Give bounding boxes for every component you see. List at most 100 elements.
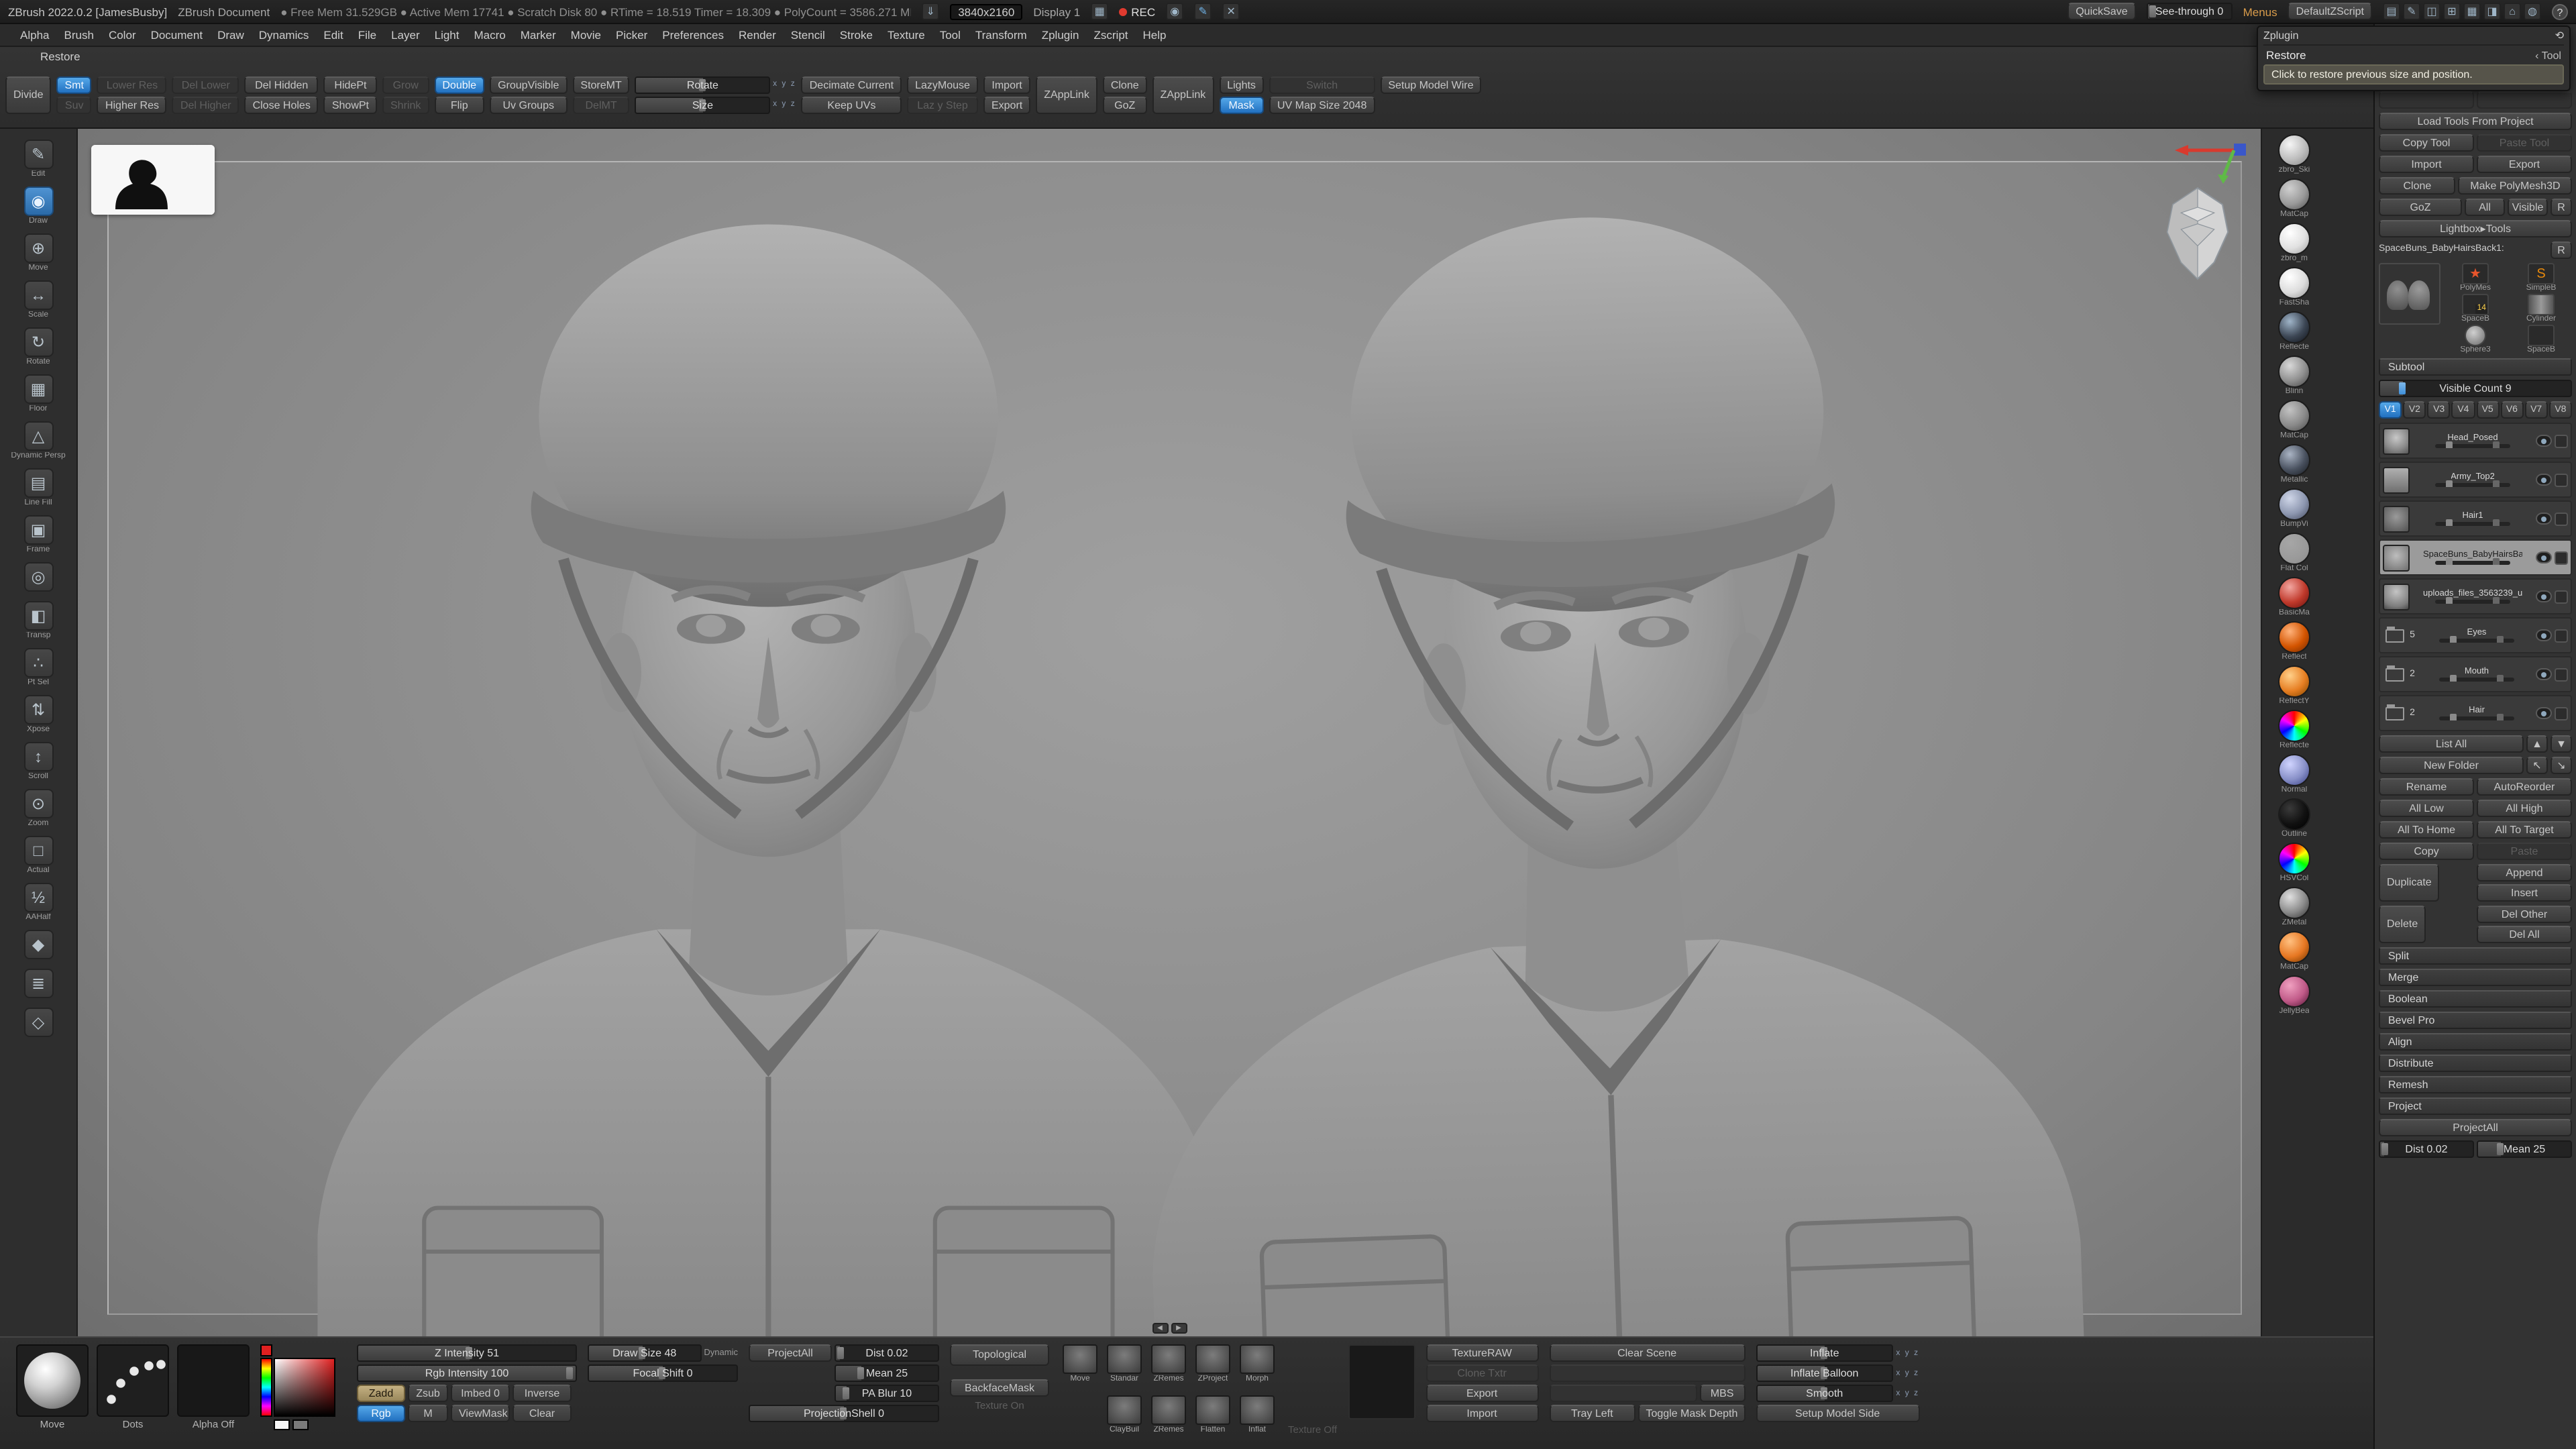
material-item[interactable]: Flat Col xyxy=(2267,533,2321,573)
clone-tool-button[interactable]: Clone xyxy=(2379,177,2456,195)
focal-shift-slider[interactable]: Focal Shift 0 xyxy=(588,1364,738,1382)
brush-slot[interactable]: Inflat xyxy=(1237,1395,1277,1444)
toolbar-button[interactable]: LazyMouse xyxy=(907,76,978,93)
material-item[interactable]: BumpVi xyxy=(2267,488,2321,529)
mode-button[interactable]: Zadd xyxy=(357,1385,405,1402)
brush-slot[interactable]: Flatten xyxy=(1193,1395,1233,1444)
new-folder-button[interactable]: New Folder xyxy=(2379,757,2524,774)
dim-button[interactable] xyxy=(2477,91,2572,109)
material-item[interactable]: MatCap xyxy=(2267,400,2321,440)
subtool-item[interactable]: Army_Top2 xyxy=(2379,462,2572,498)
section-header[interactable]: Boolean xyxy=(2379,990,2572,1008)
del-all-button[interactable]: Del All xyxy=(2477,926,2572,943)
tool-r-button[interactable]: R xyxy=(2551,241,2572,259)
tool-slot[interactable]: S SimpleB xyxy=(2510,263,2572,292)
menu-item[interactable]: Macro xyxy=(468,25,513,44)
copy-subtool-button[interactable]: Copy xyxy=(2379,843,2474,860)
brush-preview[interactable] xyxy=(16,1344,89,1417)
dock-transp-button[interactable]: ◧ Transp xyxy=(23,601,53,640)
subtool-item[interactable]: 5 Eyes xyxy=(2379,617,2572,653)
quicksave-button[interactable]: QuickSave xyxy=(2068,3,2135,20)
material-item[interactable]: JellyBea xyxy=(2267,975,2321,1016)
menu-item[interactable]: File xyxy=(352,25,383,44)
goz-all-button[interactable]: All xyxy=(2465,199,2505,216)
help-icon[interactable]: ? xyxy=(2552,3,2568,19)
visibility-eye-icon[interactable] xyxy=(2536,629,2552,641)
material-item[interactable]: MatCap xyxy=(2267,178,2321,219)
dock-scale-button[interactable]: ↔ Scale xyxy=(23,280,53,319)
brush-slot[interactable]: ClayBuil xyxy=(1104,1395,1144,1444)
record-button[interactable]: REC xyxy=(1119,5,1155,18)
section-header[interactable]: Merge xyxy=(2379,969,2572,986)
dock-xpose-button[interactable]: ⇅ Xpose xyxy=(23,695,53,734)
paste-subtool-button[interactable]: Paste xyxy=(2477,843,2572,860)
dock-draw-button[interactable]: ◉ Draw xyxy=(23,186,53,225)
export-tool-button[interactable]: Export xyxy=(2477,156,2572,173)
lightbox-tools-button[interactable]: Lightbox▸Tools xyxy=(2379,220,2572,237)
mode-button[interactable]: Inverse xyxy=(513,1385,572,1402)
all-low-button[interactable]: All Low xyxy=(2379,800,2474,817)
subtool-item[interactable]: Head_Posed xyxy=(2379,423,2572,459)
toolbar-button[interactable]: Setup Model Wire xyxy=(1380,76,1481,93)
subtool-item[interactable]: 2 Mouth xyxy=(2379,656,2572,692)
textureraw-button[interactable]: TextureRAW xyxy=(1426,1344,1538,1362)
camera-icon[interactable]: ◉ xyxy=(1166,3,1183,20)
titlebar-icon[interactable]: ⌂ xyxy=(2504,3,2521,20)
material-item[interactable]: Metallic xyxy=(2267,444,2321,484)
dock-aahalf-button[interactable]: ½ AAHalf xyxy=(23,883,53,922)
autoreorder-button[interactable]: AutoReorder xyxy=(2477,778,2572,796)
toolbar-button[interactable]: Mask xyxy=(1219,96,1264,113)
toolbar-button[interactable]: Decimate Current xyxy=(802,76,902,93)
axis-gizmo[interactable] xyxy=(2172,140,2247,185)
append-button[interactable]: Append xyxy=(2477,864,2572,881)
tray-left-button[interactable]: Tray Left xyxy=(1549,1405,1635,1422)
view-tab[interactable]: V4 xyxy=(2452,401,2475,419)
inflate-slider[interactable]: Inflate xyxy=(1756,1344,1893,1362)
copy-tool-button[interactable]: Copy Tool xyxy=(2379,134,2474,152)
tool-slot[interactable]: Sphere3 xyxy=(2445,325,2506,354)
subtool-item[interactable]: uploads_files_3563239_us_inf_ xyxy=(2379,578,2572,614)
axis-toggle-icons[interactable]: x y z xyxy=(770,80,796,89)
menu-item[interactable]: Zscript xyxy=(1087,25,1135,44)
toolbar-button[interactable]: Del Higher xyxy=(172,96,239,113)
toolbar-button[interactable]: ShowPt xyxy=(324,96,377,113)
brush-slot[interactable]: Morph xyxy=(1237,1344,1277,1393)
menu-item[interactable]: Dynamics xyxy=(252,25,316,44)
view-tab[interactable]: V8 xyxy=(2549,401,2572,419)
subtool-mini-slider[interactable] xyxy=(2435,444,2510,448)
refresh-icon[interactable]: ⟲ xyxy=(2555,30,2564,42)
dist-slider[interactable]: Dist 0.02 xyxy=(835,1344,939,1362)
clear-scene-button[interactable]: Clear Scene xyxy=(1549,1344,1745,1362)
mean-slider[interactable]: Mean 25 xyxy=(2477,1140,2572,1158)
z-intensity-slider[interactable]: Z Intensity 51 xyxy=(357,1344,577,1362)
subtool-mini-slider[interactable] xyxy=(2439,639,2514,643)
load-tools-from-project-button[interactable]: Load Tools From Project xyxy=(2379,113,2572,130)
pa-blur-slider[interactable]: PA Blur 10 xyxy=(835,1385,939,1402)
section-header[interactable]: Remesh xyxy=(2379,1076,2572,1093)
toolbar-button[interactable]: GoZ xyxy=(1103,96,1147,113)
menus-toggle[interactable]: Menus xyxy=(2243,5,2277,18)
dock-rotate-button[interactable]: ↻ Rotate xyxy=(23,327,53,366)
paste-tool-button[interactable]: Paste Tool xyxy=(2477,134,2572,152)
menu-item[interactable]: Picker xyxy=(609,25,654,44)
toolbar-button[interactable]: Shrink xyxy=(382,96,429,113)
dim-button[interactable] xyxy=(2379,91,2474,109)
sculpture-render[interactable] xyxy=(78,129,2261,1336)
polypaint-icon[interactable] xyxy=(2555,706,2568,720)
menu-item[interactable]: Edit xyxy=(317,25,350,44)
mode-button[interactable]: Rgb xyxy=(357,1405,405,1422)
material-item[interactable]: Reflect xyxy=(2267,621,2321,661)
pencil-icon[interactable]: ✎ xyxy=(1194,3,1212,20)
mode-button[interactable]: Zsub xyxy=(408,1385,448,1402)
current-color-swatch[interactable] xyxy=(260,1344,272,1356)
alpha-preview[interactable] xyxy=(177,1344,250,1417)
camview-head[interactable] xyxy=(2156,182,2239,284)
texture-on-label[interactable]: Texture On xyxy=(950,1399,1049,1411)
menu-item[interactable]: Preferences xyxy=(655,25,731,44)
material-item[interactable]: Outline xyxy=(2267,798,2321,839)
toolbar-button[interactable]: Switch xyxy=(1269,76,1375,93)
default-zscript-button[interactable]: DefaultZScript xyxy=(2288,3,2372,20)
titlebar-icon[interactable]: ▦ xyxy=(2463,3,2481,20)
dock-edit-button[interactable]: ✎ Edit xyxy=(23,140,53,178)
section-header[interactable]: Distribute xyxy=(2379,1055,2572,1072)
